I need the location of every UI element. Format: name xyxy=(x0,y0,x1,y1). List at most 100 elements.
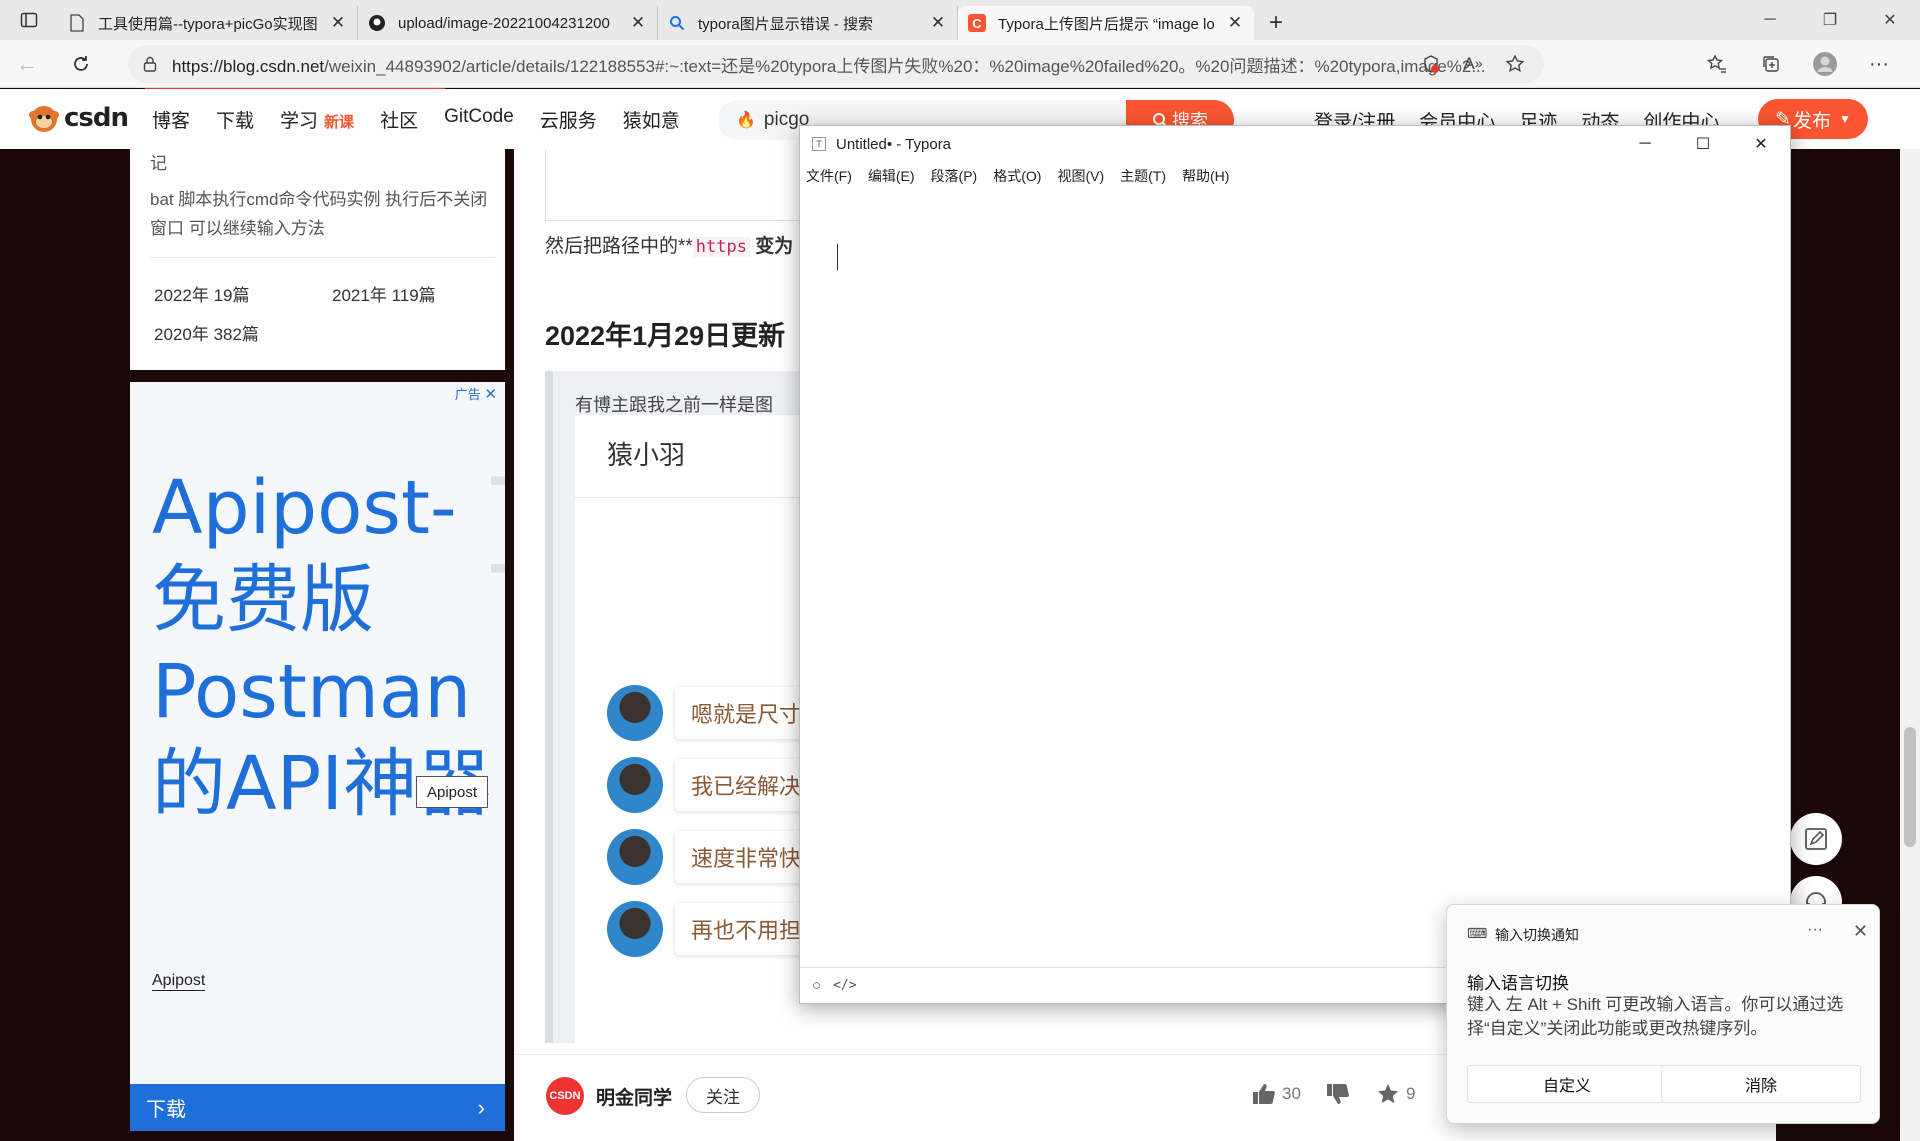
dismiss-button[interactable]: 消除 xyxy=(1661,1065,1861,1103)
favorite-button[interactable]: 9 xyxy=(1376,1083,1415,1105)
nav-community[interactable]: 社区 xyxy=(380,106,418,133)
related-article-link[interactable]: bat 脚本执行cmd命令代码实例 执行后不关闭窗口 可以继续输入方法 xyxy=(150,185,495,243)
nav-gitcode[interactable]: GitCode xyxy=(444,106,514,133)
avatar xyxy=(607,901,663,957)
archive-year: 2021年 xyxy=(332,286,387,305)
tab-actions-button[interactable] xyxy=(0,0,58,40)
sidebar-archive-card: 记 bat 脚本执行cmd命令代码实例 执行后不关闭窗口 可以继续输入方法 20… xyxy=(130,149,505,370)
back-button[interactable]: ← xyxy=(0,40,54,88)
maximize-icon[interactable]: ☐ xyxy=(1674,126,1732,162)
nav-learn-label: 学习 xyxy=(280,111,319,132)
url-text: https://blog.csdn.net/weixin_44893902/ar… xyxy=(172,52,1544,77)
follow-button[interactable]: 关注 xyxy=(686,1077,760,1113)
nav-download[interactable]: 下载 xyxy=(216,106,254,133)
profile-avatar-icon[interactable] xyxy=(1798,40,1852,88)
menu-help[interactable]: 帮助(H) xyxy=(1182,166,1229,186)
address-bar[interactable]: https://blog.csdn.net/weixin_44893902/ar… xyxy=(128,45,1544,83)
tab-actions-icon xyxy=(20,12,38,28)
tab-1[interactable]: upload/image-20221004231200 ✕ xyxy=(358,6,658,40)
archive-2020[interactable]: 2020年 382篇 xyxy=(154,320,259,345)
like-button[interactable]: 30 xyxy=(1252,1083,1301,1105)
nav-cloud[interactable]: 云服务 xyxy=(540,106,597,133)
ad-download-button[interactable]: 下载 › xyxy=(130,1084,505,1131)
refresh-button[interactable] xyxy=(54,40,108,88)
sidebar-toggle-icon[interactable]: ○ xyxy=(812,977,821,994)
author-name[interactable]: 明金同学 xyxy=(596,1083,672,1110)
tab-2[interactable]: typora图片显示错误 - 搜索 ✕ xyxy=(658,6,958,40)
minimize-icon[interactable]: ─ xyxy=(1616,126,1674,162)
minimize-icon[interactable]: ─ xyxy=(1740,0,1800,40)
favorites-icon[interactable] xyxy=(1690,40,1744,88)
more-options-icon[interactable]: ··· xyxy=(1807,921,1823,939)
lock-icon xyxy=(128,56,172,72)
typora-window-controls: ─ ☐ ✕ xyxy=(1616,126,1790,162)
close-tab-icon[interactable]: ✕ xyxy=(629,13,647,32)
tab-title: upload/image-20221004231200 xyxy=(398,14,610,32)
document-icon xyxy=(68,14,86,32)
dislike-button[interactable] xyxy=(1326,1083,1350,1105)
browser-toolbar-right: ··· xyxy=(1690,40,1906,88)
ad-download-label: 下载 xyxy=(146,1099,186,1121)
section-heading: 2022年1月29日更新 xyxy=(545,321,786,351)
menu-theme[interactable]: 主题(T) xyxy=(1120,166,1166,186)
tab-0[interactable]: 工具使用篇--typora+picGo实现图 ✕ xyxy=(58,6,358,40)
archive-year: 2020年 xyxy=(154,325,209,344)
keyboard-icon: ⌨ xyxy=(1467,925,1488,941)
archive-2022[interactable]: 2022年 19篇 xyxy=(154,281,249,306)
source-code-mode-icon[interactable]: </> xyxy=(833,978,856,993)
close-icon[interactable]: ✕ xyxy=(1853,921,1868,942)
typora-window-title: Untitled• - Typora xyxy=(836,135,952,153)
thumbs-up-icon xyxy=(1253,1084,1275,1104)
chevron-down-icon: ▼ xyxy=(1839,112,1851,126)
ad-brand-link[interactable]: Apipost xyxy=(152,972,206,991)
csdn-logo-text: csdn xyxy=(64,103,129,133)
sidebar-fragment-text: 记 xyxy=(150,154,167,173)
csdn-logo[interactable]: csdn xyxy=(28,103,129,133)
close-tab-icon[interactable]: ✕ xyxy=(329,13,347,32)
scrollbar-thumb[interactable] xyxy=(1904,727,1916,847)
menu-edit[interactable]: 编辑(E) xyxy=(868,166,915,186)
restore-icon[interactable]: ❐ xyxy=(1800,0,1860,40)
divider xyxy=(150,257,495,258)
menu-view[interactable]: 视图(V) xyxy=(1057,166,1104,186)
collections-icon[interactable] xyxy=(1744,40,1798,88)
new-tab-button[interactable]: + xyxy=(1254,6,1298,40)
archive-2021[interactable]: 2021年 119篇 xyxy=(332,281,436,306)
chat-message: 我已经解决 xyxy=(607,757,818,813)
address-bar-icons: A» xyxy=(1412,45,1534,83)
archive-count: 19篇 xyxy=(213,286,250,305)
tracking-prevention-icon[interactable] xyxy=(1412,45,1450,83)
chat-bubble: 再也不用担 xyxy=(675,903,818,955)
archive-count: 382篇 xyxy=(213,325,259,344)
customize-button[interactable]: 自定义 xyxy=(1467,1065,1667,1103)
nav-learn[interactable]: 学习 新课 xyxy=(280,106,354,133)
close-window-icon[interactable]: ✕ xyxy=(1860,0,1920,40)
close-tab-icon[interactable]: ✕ xyxy=(929,13,947,32)
menu-file[interactable]: 文件(F) xyxy=(806,166,852,186)
chevron-right-icon: › xyxy=(477,1094,485,1120)
read-aloud-icon[interactable]: A» xyxy=(1454,45,1492,83)
close-window-icon[interactable]: ✕ xyxy=(1732,126,1790,162)
favorite-star-icon[interactable] xyxy=(1496,45,1534,83)
tab-3-active[interactable]: C Typora上传图片后提示 “image lo ✕ xyxy=(958,6,1254,40)
avatar xyxy=(607,757,663,813)
close-ad-icon[interactable]: ✕ xyxy=(484,386,497,403)
tab-title: 工具使用篇--typora+picGo实现图 xyxy=(98,15,318,33)
apipost-ad[interactable]: Apipost 广告 ✕ Apipost-免费版Postman的API神器 Ap… xyxy=(130,382,505,1131)
menu-paragraph[interactable]: 段落(P) xyxy=(931,166,978,186)
para-bold: 变为 xyxy=(755,236,794,257)
more-menu-icon[interactable]: ··· xyxy=(1852,40,1906,88)
page-scrollbar[interactable] xyxy=(1900,149,1920,1141)
ime-switch-notification: ⌨ 输入切换通知 ··· ✕ 输入语言切换 键入 左 Alt + Shift 可… xyxy=(1446,904,1880,1124)
chat-message: 再也不用担 xyxy=(607,901,818,957)
typora-editor[interactable] xyxy=(800,190,1790,968)
menu-format[interactable]: 格式(O) xyxy=(993,166,1041,186)
typora-titlebar[interactable]: T Untitled• - Typora ─ ☐ ✕ xyxy=(800,126,1790,162)
author-avatar[interactable]: CSDN xyxy=(546,1077,584,1115)
typora-app-icon: T xyxy=(812,137,826,151)
ad-label-text: 广告 xyxy=(454,387,481,402)
write-blog-float-button[interactable] xyxy=(1790,813,1842,865)
nav-blog[interactable]: 博客 xyxy=(152,106,190,133)
close-tab-icon[interactable]: ✕ xyxy=(1226,13,1244,32)
nav-yuanruyi[interactable]: 猿如意 xyxy=(623,106,680,133)
